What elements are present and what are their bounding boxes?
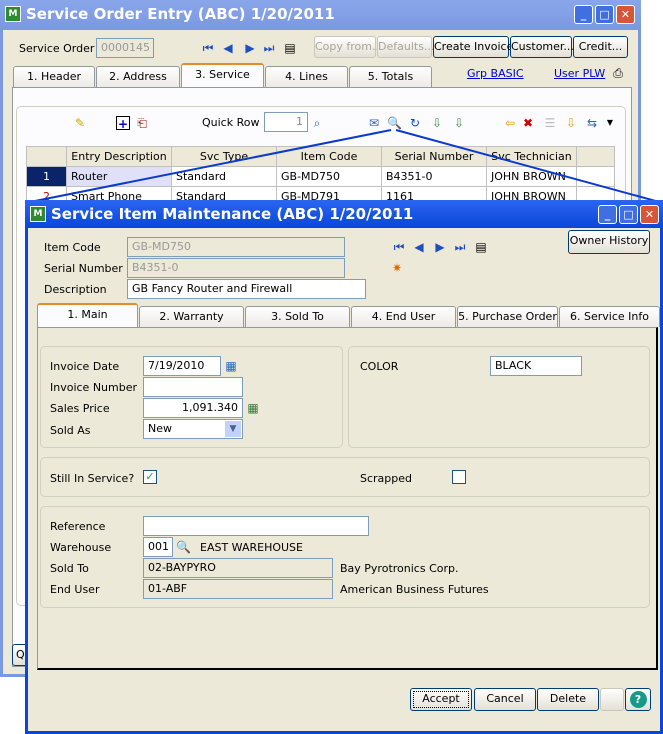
help-icon: ? <box>629 691 647 708</box>
maximize-button[interactable]: □ <box>619 205 638 224</box>
search-icon[interactable]: 🔍 <box>176 540 191 554</box>
wizard-icon[interactable]: ✷ <box>390 261 404 275</box>
reference-input[interactable] <box>143 516 369 536</box>
first-record-icon[interactable]: ⏮ <box>392 240 406 254</box>
serial-number-input[interactable]: B4351-0 <box>127 258 345 278</box>
invoice-date-label: Invoice Date <box>50 360 120 373</box>
previous-record-icon[interactable]: ◀ <box>412 240 426 254</box>
last-record-icon[interactable]: ⏭ <box>453 240 467 254</box>
sold-as-value: New <box>148 422 172 435</box>
calendar-icon[interactable]: ▦ <box>224 359 238 373</box>
window-title: Service Item Maintenance (ABC) 1/20/2011 <box>51 205 414 223</box>
serial-number-label: Serial Number <box>44 262 123 275</box>
warehouse-name: EAST WAREHOUSE <box>200 541 303 554</box>
callout-line <box>24 129 392 204</box>
end-user-input[interactable]: 01-ABF <box>143 579 333 599</box>
sold-as-select[interactable]: New ▼ <box>143 419 243 439</box>
still-in-service-label: Still In Service? <box>50 472 135 485</box>
owner-history-button[interactable]: Owner History <box>568 230 650 254</box>
still-in-service-checkbox[interactable]: ✓ <box>143 470 157 484</box>
end-user-name: American Business Futures <box>340 583 489 596</box>
tab-main[interactable]: 1. Main <box>37 303 138 327</box>
sold-to-name: Bay Pyrotronics Corp. <box>340 562 459 575</box>
service-item-maintenance-window: M Service Item Maintenance (ABC) 1/20/20… <box>25 200 663 734</box>
warehouse-input[interactable]: 001 <box>143 537 173 557</box>
close-button[interactable]: ✕ <box>640 205 659 224</box>
tab-purchase-order[interactable]: 5. Purchase Order <box>457 306 558 327</box>
warehouse-label: Warehouse <box>50 541 112 554</box>
tab-service-info[interactable]: 6. Service Info <box>559 306 660 327</box>
sales-price-label: Sales Price <box>50 402 110 415</box>
help-button[interactable]: ? <box>625 688 651 711</box>
color-input[interactable]: BLACK <box>490 356 582 376</box>
tab-end-user[interactable]: 4. End User <box>351 306 456 327</box>
scrapped-checkbox[interactable] <box>452 470 466 484</box>
sold-to-input[interactable]: 02-BAYPYRO <box>143 558 333 578</box>
chevron-down-icon[interactable]: ▼ <box>225 421 241 437</box>
tab-warranty[interactable]: 2. Warranty <box>139 306 244 327</box>
sold-as-label: Sold As <box>50 424 91 437</box>
delete-button[interactable]: Delete <box>537 688 599 711</box>
undo-button[interactable] <box>600 688 624 711</box>
next-record-icon[interactable]: ▶ <box>433 240 447 254</box>
invoice-number-input[interactable] <box>143 377 243 397</box>
item-code-input[interactable]: GB-MD750 <box>127 237 345 257</box>
sold-to-label: Sold To <box>50 562 89 575</box>
calculator-icon[interactable]: ▦ <box>246 401 260 415</box>
tab-sold-to[interactable]: 3. Sold To <box>245 306 350 327</box>
cancel-button[interactable]: Cancel <box>474 688 536 711</box>
app-icon: M <box>30 206 46 222</box>
description-input[interactable]: GB Fancy Router and Firewall <box>127 279 366 299</box>
invoice-date-input[interactable]: 7/19/2010 <box>143 356 221 376</box>
sales-price-input[interactable]: 1,091.340 <box>143 398 243 418</box>
description-label: Description <box>44 283 107 296</box>
list-icon[interactable]: ▤ <box>474 240 488 254</box>
color-label: COLOR <box>360 360 399 373</box>
end-user-label: End User <box>50 583 100 596</box>
invoice-number-label: Invoice Number <box>50 381 138 394</box>
minimize-button[interactable]: _ <box>598 205 617 224</box>
item-code-label: Item Code <box>44 241 101 254</box>
callout-line <box>395 129 663 204</box>
accept-button[interactable]: Accept <box>410 688 472 711</box>
reference-label: Reference <box>50 520 106 533</box>
scrapped-label: Scrapped <box>360 472 413 485</box>
title-bar: M Service Item Maintenance (ABC) 1/20/20… <box>25 200 663 228</box>
